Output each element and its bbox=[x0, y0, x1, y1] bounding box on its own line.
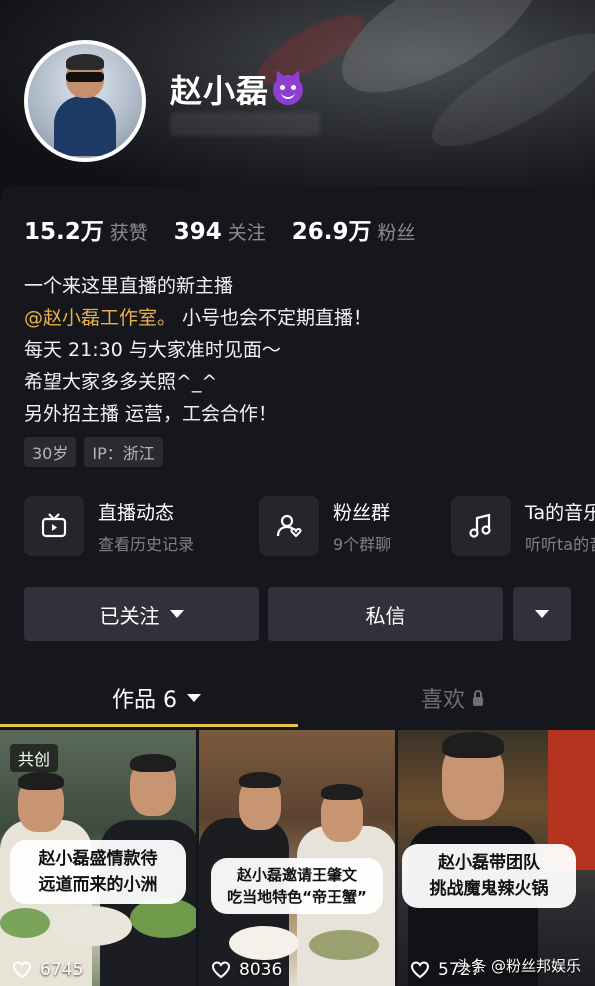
content-tabs: 作品 6 喜欢 bbox=[0, 672, 595, 728]
chevron-down-icon bbox=[535, 610, 549, 618]
feature-music-sub: 听听ta的音乐 bbox=[525, 534, 595, 554]
stats-row: 15.2万 获赞 394 关注 26.9万 粉丝 bbox=[24, 212, 416, 246]
stat-followers-value: 26.9万 bbox=[291, 219, 372, 245]
tab-likes[interactable]: 喜欢 bbox=[421, 682, 484, 714]
co-creation-badge: 共创 bbox=[10, 744, 59, 772]
heart-icon bbox=[410, 961, 430, 979]
video-grid: 共创 赵小磊盛情款待 远道而来的小洲 6745 赵小磊邀请王肇文 吃当地特色“帝… bbox=[0, 730, 595, 986]
stat-likes-label: 获赞 bbox=[109, 222, 148, 244]
bio-line-4: 希望大家多多关照^_^ bbox=[24, 371, 218, 393]
video-caption-line-2: 吃当地特色“帝王蟹” bbox=[227, 888, 367, 906]
bio-line-2: @赵小磊工作室。 小号也会不定期直播！ bbox=[24, 302, 372, 334]
heart-icon bbox=[12, 961, 32, 979]
video-caption-line-2: 远道而来的小洲 bbox=[38, 875, 158, 895]
stat-likes-value: 15.2万 bbox=[24, 219, 104, 245]
video-tile[interactable]: 共创 赵小磊盛情款待 远道而来的小洲 6745 bbox=[0, 730, 196, 986]
stat-following[interactable]: 394 关注 bbox=[174, 218, 266, 245]
chevron-down-icon bbox=[169, 610, 184, 618]
video-caption-line-1: 赵小磊邀请王肇文 bbox=[236, 866, 357, 884]
feature-row: 直播动态 查看历史记录 粉丝群 9个群聊 Ta的音乐 听听ta的音乐 bbox=[24, 496, 595, 558]
tv-icon bbox=[24, 496, 84, 556]
message-button-label: 私信 bbox=[365, 603, 406, 628]
video-likes-count: 8036 bbox=[239, 960, 283, 980]
watermark: 头条 @粉丝邦娱乐 bbox=[456, 957, 581, 975]
feature-fan-group[interactable]: 粉丝群 9个群聊 bbox=[259, 496, 391, 556]
video-tile[interactable]: 赵小磊带团队 挑战魔鬼辣火锅 5727 头条 @粉丝邦娱乐 bbox=[398, 730, 595, 986]
feature-fan-group-sub: 9个群聊 bbox=[333, 534, 392, 554]
tab-works-label: 作品 6 bbox=[112, 688, 177, 713]
stat-followers-label: 粉丝 bbox=[377, 222, 416, 244]
stat-following-value: 394 bbox=[173, 219, 222, 245]
bio: 一个来这里直播的新主播 @赵小磊工作室。 小号也会不定期直播！ 每天 21:30… bbox=[24, 270, 372, 430]
avatar[interactable] bbox=[24, 40, 146, 162]
username-text: 赵小磊 bbox=[170, 72, 270, 110]
followed-button-label: 已关注 bbox=[99, 603, 160, 628]
followed-button[interactable]: 已关注 bbox=[24, 587, 259, 641]
tab-works[interactable]: 作品 6 bbox=[112, 682, 201, 714]
feature-live-sub: 查看历史记录 bbox=[98, 534, 195, 554]
feature-music-title: Ta的音乐 bbox=[525, 501, 595, 524]
more-dropdown-button[interactable] bbox=[513, 587, 571, 641]
group-icon bbox=[259, 496, 319, 556]
bio-line-1: 一个来这里直播的新主播 bbox=[24, 275, 234, 297]
bio-mention-link[interactable]: @赵小磊工作室。 bbox=[24, 307, 176, 329]
video-tile[interactable]: 赵小磊邀请王肇文 吃当地特色“帝王蟹” 8036 bbox=[199, 730, 395, 986]
tag-ip-location: IP：浙江 bbox=[84, 437, 163, 467]
heart-icon bbox=[211, 961, 231, 979]
feature-live-history[interactable]: 直播动态 查看历史记录 bbox=[24, 496, 194, 556]
lock-icon bbox=[473, 689, 484, 706]
profile-panel: 15.2万 获赞 394 关注 26.9万 粉丝 一个来这里直播的新主播 @赵小磊工作… bbox=[0, 186, 595, 986]
stat-followers[interactable]: 26.9万 粉丝 bbox=[292, 212, 416, 246]
video-caption: 赵小磊带团队 挑战魔鬼辣火锅 bbox=[402, 844, 576, 908]
music-note-icon bbox=[451, 496, 511, 556]
tab-active-indicator bbox=[0, 724, 298, 727]
profile-tags: 30岁 IP：浙江 bbox=[24, 437, 163, 467]
chevron-down-icon bbox=[187, 694, 201, 702]
feature-music[interactable]: Ta的音乐 听听ta的音乐 bbox=[451, 496, 595, 556]
video-likes-count: 6745 bbox=[40, 960, 84, 980]
blurred-user-id bbox=[170, 112, 320, 136]
video-likes: 8036 bbox=[211, 960, 282, 980]
feature-fan-group-title: 粉丝群 bbox=[333, 501, 391, 524]
video-likes: 6745 bbox=[12, 960, 83, 980]
tab-likes-label: 喜欢 bbox=[421, 688, 466, 713]
bio-line-2-text: 小号也会不定期直播！ bbox=[176, 307, 373, 329]
video-caption: 赵小磊邀请王肇文 吃当地特色“帝王蟹” bbox=[211, 858, 383, 914]
devil-smile-emoji-icon bbox=[273, 75, 304, 105]
avatar-cartoon-icon bbox=[28, 44, 142, 158]
feature-live-title: 直播动态 bbox=[98, 501, 175, 524]
username: 赵小磊 bbox=[170, 66, 304, 112]
video-caption-line-1: 赵小磊盛情款待 bbox=[38, 849, 158, 869]
tag-age: 30岁 bbox=[24, 437, 77, 467]
video-caption-line-1: 赵小磊带团队 bbox=[438, 853, 540, 873]
stat-likes[interactable]: 15.2万 获赞 bbox=[24, 212, 148, 246]
bio-line-3: 每天 21:30 与大家准时见面～ bbox=[24, 339, 281, 361]
video-caption-line-2: 挑战魔鬼辣火锅 bbox=[429, 879, 549, 899]
stat-following-label: 关注 bbox=[227, 222, 266, 244]
video-caption: 赵小磊盛情款待 远道而来的小洲 bbox=[10, 840, 186, 904]
message-button[interactable]: 私信 bbox=[268, 587, 503, 641]
bio-line-5: 另外招主播 运营，工会合作！ bbox=[24, 403, 278, 425]
